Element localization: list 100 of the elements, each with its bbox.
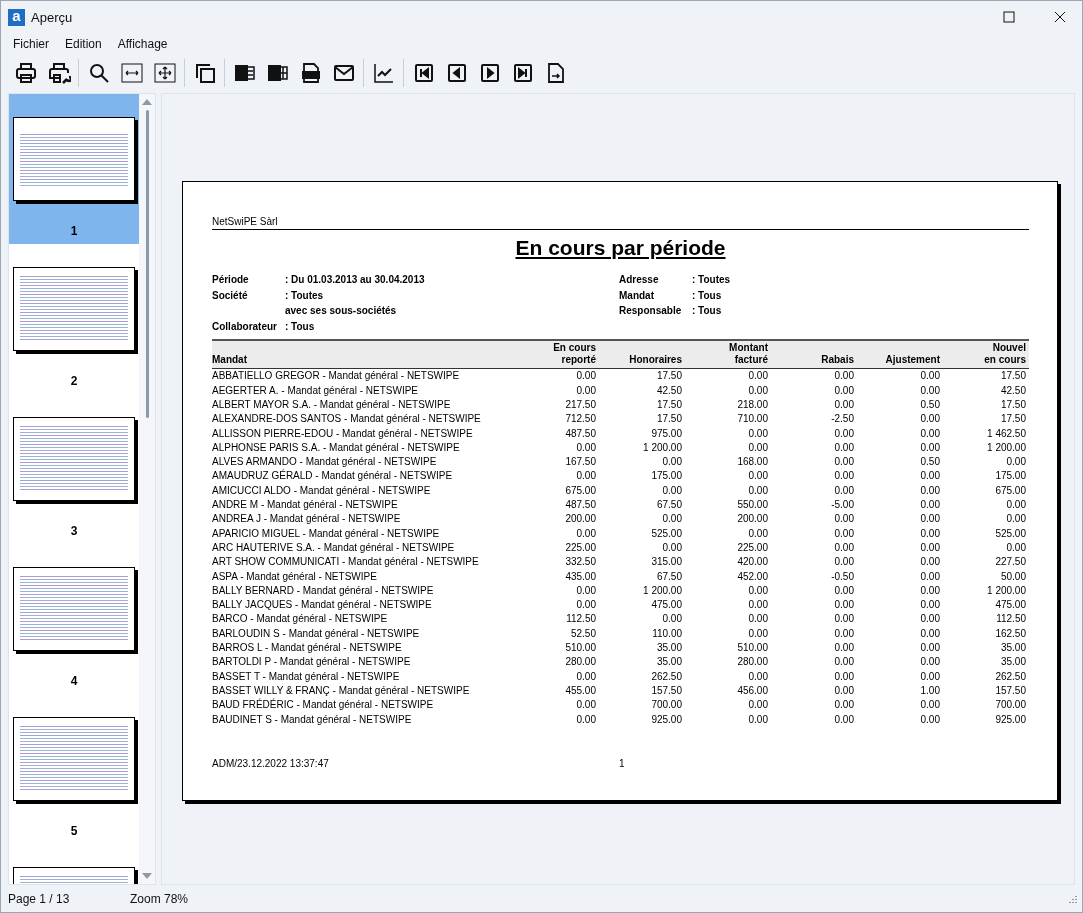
table-cell-text: 0.00 <box>833 484 854 496</box>
table-cell-text: 0.00 <box>919 484 940 496</box>
table-cell-text: ALBERT MAYOR S.A. - Mandat général - NETSWIPE <box>212 399 452 410</box>
table-cell-text: 0.00 <box>833 541 854 553</box>
table-cell-text: 0.00 <box>747 484 768 496</box>
table-cell-text: 0.00 <box>575 441 596 453</box>
table-cell-text: 0.00 <box>919 370 940 382</box>
menu-item[interactable]: Fichier <box>5 35 57 53</box>
table-cell-text: BAUDINET S - Mandat général - NETSWIPE <box>212 713 413 725</box>
table-cell-text: 0.00 <box>747 627 768 639</box>
table-cell-text: 0.00 <box>747 427 768 439</box>
table-cell-text: 17.50 <box>655 413 682 425</box>
print-icon <box>13 61 38 85</box>
table-cell-text: 0.00 <box>833 441 854 453</box>
page-thumbnail-item[interactable]: 1 <box>9 94 139 244</box>
table-cell-text: 525.00 <box>994 527 1026 539</box>
menu-item[interactable]: Affichage <box>109 35 176 53</box>
table-cell-text: 0.00 <box>919 527 940 539</box>
column-header: Mandat <box>212 353 248 366</box>
fit-page-icon <box>152 61 177 85</box>
scroll-up-icon[interactable] <box>142 98 152 106</box>
close-icon <box>1053 11 1066 23</box>
table-cell-text: 0.00 <box>575 699 596 711</box>
table-cell-text: 525.00 <box>650 527 682 539</box>
filter-value: avec ses sous-sociétés <box>285 305 398 319</box>
table-cell-text: 1 200.00 <box>642 584 682 596</box>
table-cell-text: 1 200.00 <box>986 584 1026 596</box>
table-cell-text: 0.00 <box>833 456 854 468</box>
table-cell-text: ABBATIELLO GREGOR - Mandat général - NETSWIPE <box>212 370 461 382</box>
table-cell-text: 280.00 <box>564 656 596 668</box>
table-cell-text: ART SHOW COMMUNICATI - Mandat général - NETSWIPE <box>212 556 480 568</box>
table-cell-text: 35.00 <box>999 656 1026 668</box>
table-cell-text: 435.00 <box>564 570 596 582</box>
table-cell-text: ARC HAUTERIVE S.A. - Mandat général - NETSWIPE <box>212 541 456 553</box>
filter-value: : Tous <box>692 305 723 319</box>
table-cell-text: 168.00 <box>736 456 768 468</box>
table-cell-text: -2.50 <box>830 413 854 425</box>
column-header: Nouvel <box>991 341 1026 354</box>
table-cell-text: 0.00 <box>1005 456 1026 468</box>
table-cell-text: 0.00 <box>833 384 854 396</box>
table-cell-text: -5.00 <box>830 499 854 511</box>
table-cell-text: 550.00 <box>736 499 768 511</box>
table-cell-text: 0.50 <box>919 456 940 468</box>
filter-value: : Toutes <box>285 289 325 303</box>
table-cell-text: 67.50 <box>655 570 682 582</box>
table-cell-text: 225.00 <box>564 541 596 553</box>
table-cell-text: 0.00 <box>747 441 768 453</box>
table-cell-text: 0.00 <box>661 484 682 496</box>
page-indicator: Page 1 / 13 <box>8 891 71 906</box>
table-cell-text: 0.00 <box>833 399 854 410</box>
table-cell-text: 0.00 <box>575 384 596 396</box>
table-cell-text: 0.00 <box>575 670 596 682</box>
table-cell-text: 0.00 <box>919 670 940 682</box>
column-header: facturé <box>733 353 768 366</box>
table-cell-text: 67.50 <box>655 499 682 511</box>
table-cell-text: 0.00 <box>833 642 854 654</box>
table-cell-text: 0.00 <box>919 613 940 625</box>
column-header: Montant <box>728 341 768 354</box>
resize-grip-icon[interactable] <box>1068 893 1078 904</box>
table-cell-text: 315.00 <box>650 556 682 568</box>
table-cell-text: 175.00 <box>650 470 682 482</box>
table-cell-text: 487.50 <box>564 427 596 439</box>
table-cell-text: 50.00 <box>999 570 1026 582</box>
table-cell-text: ANDRE M - Mandat général - NETSWIPE <box>212 499 399 511</box>
table-cell-text: 0.00 <box>1005 513 1026 525</box>
table-cell-text: 175.00 <box>994 470 1026 482</box>
menu-item[interactable]: Edition <box>57 35 110 53</box>
table-cell-text: 0.00 <box>747 713 768 725</box>
table-cell-text: 0.00 <box>919 642 940 654</box>
app-logo: a <box>8 8 25 26</box>
table-cell-text: ALPHONSE PARIS S.A. - Mandat général - NETSWIPE <box>212 441 461 453</box>
table-cell-text: 0.00 <box>919 699 940 711</box>
table-cell-text: 0.00 <box>919 441 940 453</box>
filter-label: Responsable <box>619 305 683 319</box>
scrollbar-thumb[interactable] <box>145 110 149 418</box>
table-cell-text: 42.50 <box>999 384 1026 396</box>
company-name: NetSwiPE Sàrl <box>212 216 1029 230</box>
table-cell-text: 0.00 <box>919 556 940 568</box>
page-number: 2 <box>70 374 78 388</box>
table-cell-text: 0.00 <box>747 613 768 625</box>
scroll-down-icon[interactable] <box>142 872 152 880</box>
print-timestamp: ADM/23.12.2022 13:37:47 <box>212 758 330 770</box>
table-cell-text: 280.00 <box>736 656 768 668</box>
table-cell-text: BARLOUDIN S - Mandat général - NETSWIPE <box>212 627 421 639</box>
table-cell-text: 0.00 <box>919 599 940 611</box>
table-cell-text: 110.00 <box>651 627 682 639</box>
filter-label: Adresse <box>619 274 660 287</box>
table-cell-text: 0.00 <box>833 527 854 539</box>
table-cell-text: 0.00 <box>833 370 854 382</box>
filter-value: : Tous <box>285 321 316 335</box>
filter-value: : Tous <box>692 289 723 303</box>
table-cell-text: 1.00 <box>919 684 940 696</box>
table-cell-text: 17.50 <box>999 413 1026 425</box>
table-cell-text: 112.50 <box>995 613 1026 625</box>
table-cell-text: 0.00 <box>575 470 596 482</box>
filter-label: Mandat <box>619 289 655 303</box>
table-cell-text: 0.00 <box>919 627 940 639</box>
table-cell-text: BASSET WILLY & FRANÇ - Mandat général - NETSWIPE <box>212 684 471 696</box>
table-cell-text: 700.00 <box>994 699 1026 711</box>
table-cell-text: 0.00 <box>747 470 768 482</box>
